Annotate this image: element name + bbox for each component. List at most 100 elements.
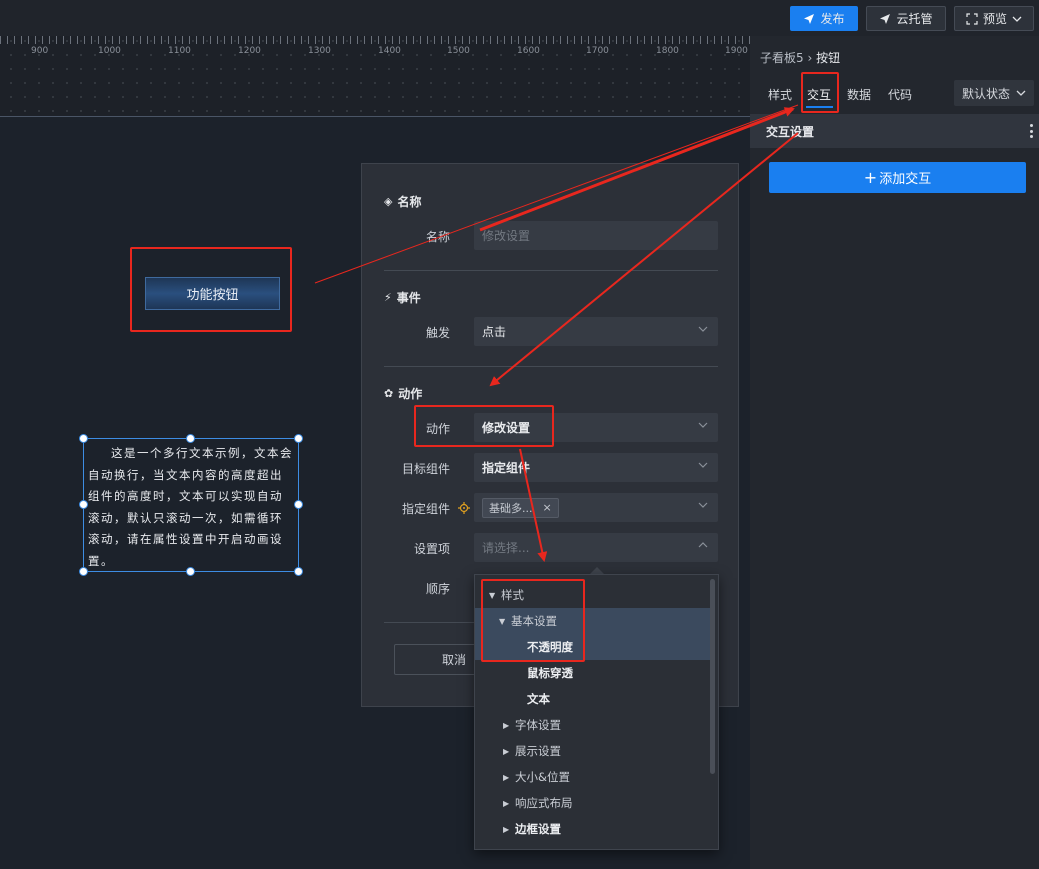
resize-handle[interactable]: [294, 434, 303, 443]
add-interaction-label: 添加交互: [879, 172, 932, 187]
ruler-label: 1000: [98, 46, 121, 56]
setting-placeholder: 请选择...: [482, 541, 530, 555]
event-section-title: ⚡ 事件: [384, 289, 421, 306]
ruler-label: 1500: [447, 46, 470, 56]
tab-style[interactable]: 样式: [768, 86, 792, 103]
dropdown-scrollbar[interactable]: [710, 579, 715, 774]
action-label: 动作: [425, 422, 450, 436]
caret-right-icon[interactable]: ▶: [503, 773, 515, 782]
horizontal-ruler: 900 1000 1100 1200 1300 1400 1500 1600 1…: [0, 36, 750, 116]
name-section-label: 名称: [397, 195, 422, 209]
chevron-right-icon: ›: [807, 51, 817, 65]
target-picker-icon[interactable]: [458, 502, 470, 514]
tree-item[interactable]: ▼ 基本设置: [475, 608, 711, 634]
chevron-down-icon: [698, 462, 708, 468]
caret-down-icon[interactable]: ▼: [489, 591, 501, 600]
tree-item[interactable]: ▶ 边框设置: [475, 816, 711, 842]
function-button-widget[interactable]: 功能按钮: [145, 277, 280, 310]
publish-button[interactable]: 发布: [790, 6, 858, 31]
ruler-label: 1300: [308, 46, 331, 56]
tree-item[interactable]: ▼ 样式: [475, 582, 711, 608]
caret-right-icon[interactable]: ▶: [503, 799, 515, 808]
event-section-label: 事件: [396, 291, 421, 305]
caret-down-icon[interactable]: ▼: [499, 617, 511, 626]
ruler-label: 1800: [656, 46, 679, 56]
resize-handle[interactable]: [294, 500, 303, 509]
component-tag: 基础多... ×: [482, 497, 559, 518]
tree-item-label: 鼠标穿透: [527, 666, 573, 680]
action-section-label: 动作: [398, 387, 423, 401]
breadcrumb: 子看板5 › 按钮: [760, 49, 840, 66]
add-interaction-button[interactable]: + 添加交互: [769, 162, 1026, 193]
tree-item[interactable]: ▶ 大小&位置: [475, 764, 711, 790]
publish-label: 发布: [820, 12, 845, 26]
divider: [384, 270, 718, 271]
tab-code[interactable]: 代码: [888, 86, 912, 103]
tree-item[interactable]: 文本: [475, 686, 711, 712]
tree-item[interactable]: 不透明度: [475, 634, 711, 660]
tree-item[interactable]: ▶ 响应式布局: [475, 790, 711, 816]
lightning-icon: ⚡: [384, 291, 392, 304]
trigger-select[interactable]: 点击: [474, 317, 718, 346]
ruler-label: 1400: [378, 46, 401, 56]
caret-right-icon[interactable]: ▶: [503, 747, 515, 756]
ruler-label: 1200: [238, 46, 261, 56]
ruler-label: 1100: [168, 46, 191, 56]
fullscreen-icon: [966, 12, 978, 25]
name-input[interactable]: 修改设置: [474, 221, 718, 250]
name-label: 名称: [425, 230, 450, 244]
tree-item-label: 字体设置: [515, 718, 561, 732]
action-value: 修改设置: [482, 421, 531, 435]
tree-item-label: 展示设置: [515, 744, 561, 758]
specified-label: 指定组件: [401, 502, 450, 516]
state-select-value: 默认状态: [962, 86, 1011, 101]
chevron-down-icon: [698, 422, 708, 428]
chevron-down-icon: [698, 326, 708, 332]
caret-right-icon[interactable]: ▶: [503, 825, 515, 834]
ruler-label: 1600: [517, 46, 540, 56]
target-label: 目标组件: [401, 462, 450, 476]
tree-item-label: 边框设置: [515, 822, 561, 836]
resize-handle[interactable]: [79, 434, 88, 443]
tree-item[interactable]: ▶ 展示设置: [475, 738, 711, 764]
trigger-label: 触发: [425, 326, 450, 340]
specified-component-select[interactable]: 基础多... ×: [474, 493, 718, 522]
send-icon: [804, 13, 815, 24]
resize-handle[interactable]: [79, 567, 88, 576]
breadcrumb-parent[interactable]: 子看板5: [760, 51, 804, 65]
tree-item[interactable]: ▶ 字体设置: [475, 712, 711, 738]
multiline-text-widget[interactable]: 这是一个多行文本示例，文本会自动换行，当文本内容的高度超出组件的高度时，文本可以…: [83, 438, 299, 572]
gear-star-icon: ✿: [384, 387, 394, 400]
plus-icon: +: [863, 167, 878, 187]
resize-handle[interactable]: [294, 567, 303, 576]
action-select[interactable]: 修改设置: [474, 413, 718, 442]
chevron-down-icon: [698, 502, 708, 508]
setting-select[interactable]: 请选择...: [474, 533, 718, 562]
tree-item-label: 基本设置: [511, 614, 557, 628]
chevron-up-icon: [698, 542, 708, 548]
resize-handle[interactable]: [186, 567, 195, 576]
close-icon[interactable]: ×: [543, 501, 552, 514]
cloud-host-button[interactable]: 云托管: [866, 6, 946, 31]
send-icon: [880, 13, 891, 24]
tree-item-label: 样式: [501, 588, 524, 602]
preview-label: 预览: [982, 12, 1007, 26]
name-section-title: ◈ 名称: [384, 193, 421, 210]
resize-handle[interactable]: [186, 434, 195, 443]
divider: [384, 366, 718, 367]
tree-item-label: 响应式布局: [515, 796, 573, 810]
resize-handle[interactable]: [79, 500, 88, 509]
more-options-icon[interactable]: [1030, 124, 1033, 138]
settings-tree-dropdown[interactable]: ▼ 样式 ▼ 基本设置 不透明度 鼠标穿透 文本 ▶ 字体设置 ▶ 展示设置 ▶…: [474, 574, 719, 850]
tab-interaction[interactable]: 交互: [807, 86, 831, 103]
state-select[interactable]: 默认状态: [954, 80, 1034, 106]
tree-item[interactable]: 鼠标穿透: [475, 660, 711, 686]
order-label: 顺序: [425, 582, 450, 596]
tab-data[interactable]: 数据: [847, 86, 871, 103]
target-select[interactable]: 指定组件: [474, 453, 718, 482]
properties-panel: 子看板5 › 按钮 样式 交互 数据 代码 默认状态 交互设置 + 添加交互: [750, 36, 1039, 869]
caret-right-icon[interactable]: ▶: [503, 721, 515, 730]
component-tag-label: 基础多...: [489, 501, 533, 515]
preview-button[interactable]: 预览: [954, 6, 1034, 31]
ruler-label: 900: [31, 46, 49, 56]
